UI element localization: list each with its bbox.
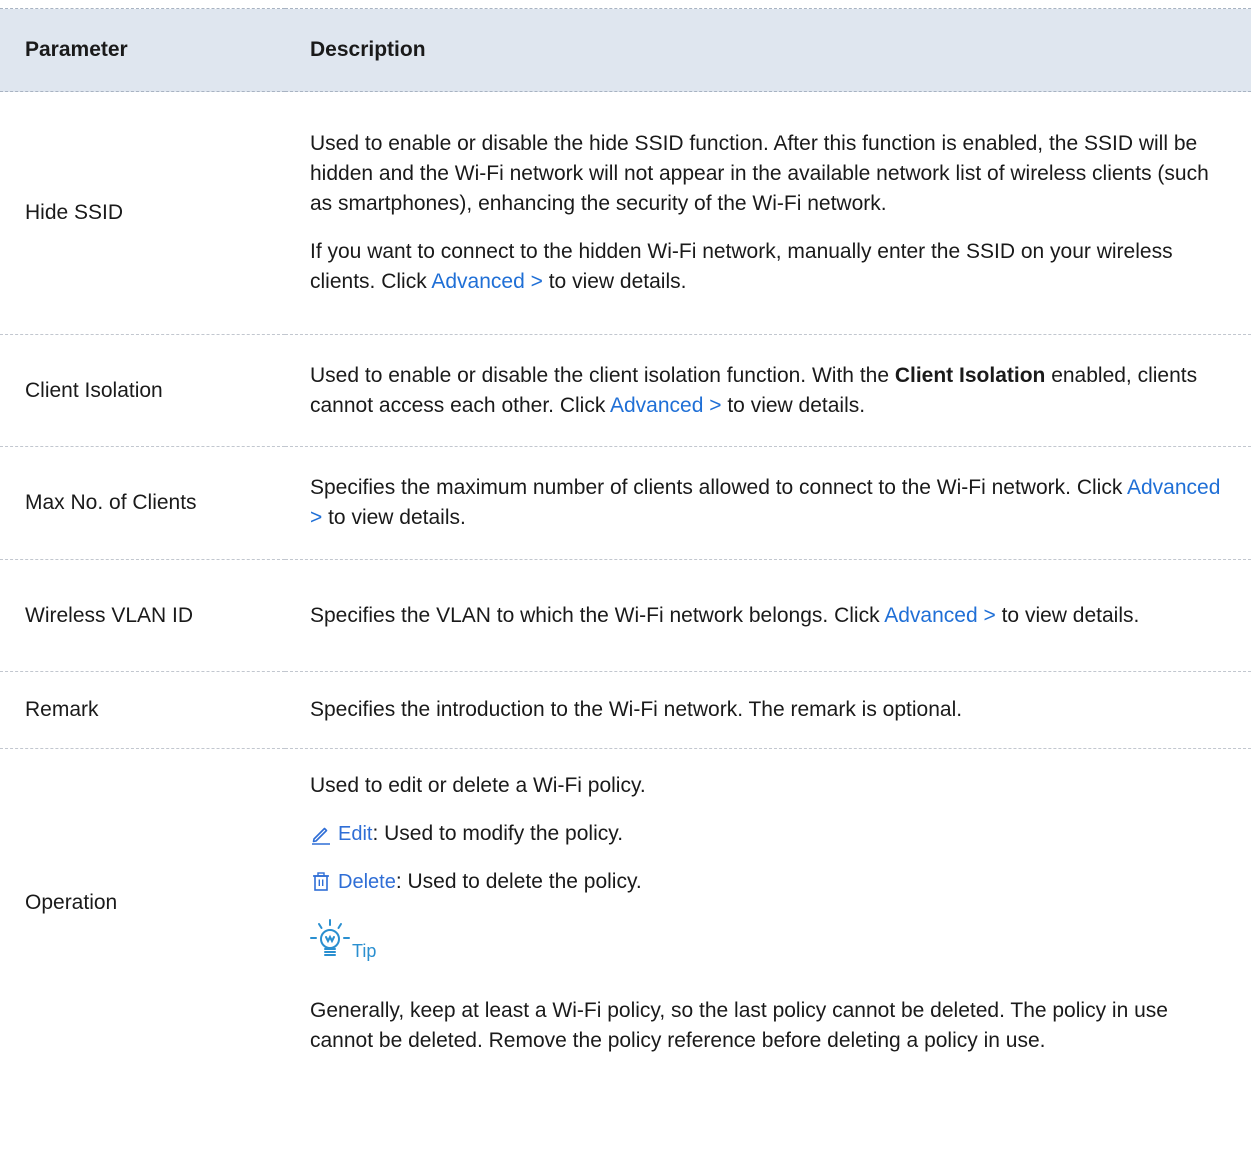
tip-label: Tip	[352, 941, 377, 961]
param-cell: Operation	[25, 890, 118, 914]
table-row: Client Isolation Used to enable or disab…	[0, 334, 1251, 447]
edit-description: : Used to modify the policy.	[372, 822, 624, 845]
header-parameter: Parameter	[0, 8, 285, 92]
desc-text: to view details.	[322, 506, 466, 529]
table-row: Wireless VLAN ID Specifies the VLAN to w…	[0, 559, 1251, 672]
param-cell: Remark	[0, 671, 285, 749]
table-row: Operation Used to edit or delete a Wi-Fi…	[0, 749, 1251, 1057]
tip-header: Tip	[310, 919, 1233, 970]
table-header-row: Parameter Description	[0, 8, 1251, 92]
table-row: Remark Specifies the introduction to the…	[0, 671, 1251, 749]
advanced-link[interactable]: Advanced >	[431, 270, 543, 293]
desc-cell: Used to edit or delete a Wi-Fi policy. E…	[285, 749, 1251, 1057]
bold-term: Client Isolation	[894, 363, 1046, 387]
param-cell: Max No. of Clients	[0, 446, 285, 560]
delete-description: : Used to delete the policy.	[395, 870, 642, 893]
desc-cell: Specifies the introduction to the Wi-Fi …	[285, 671, 1251, 749]
edit-line: Edit : Used to modify the policy.	[310, 819, 1233, 849]
tip-text: Generally, keep at least a Wi-Fi policy,…	[310, 999, 1168, 1052]
lightbulb-icon	[310, 919, 350, 970]
desc-paragraph: Used to enable or disable the hide SSID …	[310, 132, 1209, 215]
table-row: Max No. of Clients Specifies the maximum…	[0, 446, 1251, 560]
desc-text: to view details.	[721, 393, 866, 417]
trash-icon	[310, 871, 332, 893]
desc-cell: Specifies the maximum number of clients …	[285, 446, 1251, 560]
desc-cell: Used to enable or disable the hide SSID …	[285, 91, 1251, 335]
desc-text: Used to enable or disable the client iso…	[310, 363, 895, 387]
desc-text: to view details.	[542, 270, 687, 293]
desc-paragraph: If you want to connect to the hidden Wi-…	[310, 237, 1233, 297]
desc-paragraph: Used to edit or delete a Wi-Fi policy.	[310, 774, 646, 797]
desc-text: to view details.	[995, 603, 1140, 627]
param-cell: Client Isolation	[0, 334, 285, 447]
pencil-icon	[310, 823, 332, 845]
parameter-table: Parameter Description Hide SSID Used to …	[0, 8, 1251, 1056]
desc-text: Specifies the maximum number of clients …	[310, 476, 1127, 499]
delete-line: Delete : Used to delete the policy.	[310, 867, 1233, 897]
param-cell: Wireless VLAN ID	[0, 559, 285, 672]
advanced-link[interactable]: Advanced >	[610, 394, 722, 417]
edit-label: Edit	[338, 823, 373, 845]
delete-label: Delete	[338, 871, 396, 893]
header-description: Description	[285, 8, 1251, 92]
desc-cell: Used to enable or disable the client iso…	[285, 334, 1251, 447]
desc-cell: Specifies the VLAN to which the Wi-Fi ne…	[285, 559, 1251, 672]
advanced-link[interactable]: Advanced >	[884, 604, 996, 627]
desc-text: Specifies the VLAN to which the Wi-Fi ne…	[310, 603, 885, 627]
param-cell: Hide SSID	[0, 91, 285, 335]
table-row: Hide SSID Used to enable or disable the …	[0, 91, 1251, 335]
